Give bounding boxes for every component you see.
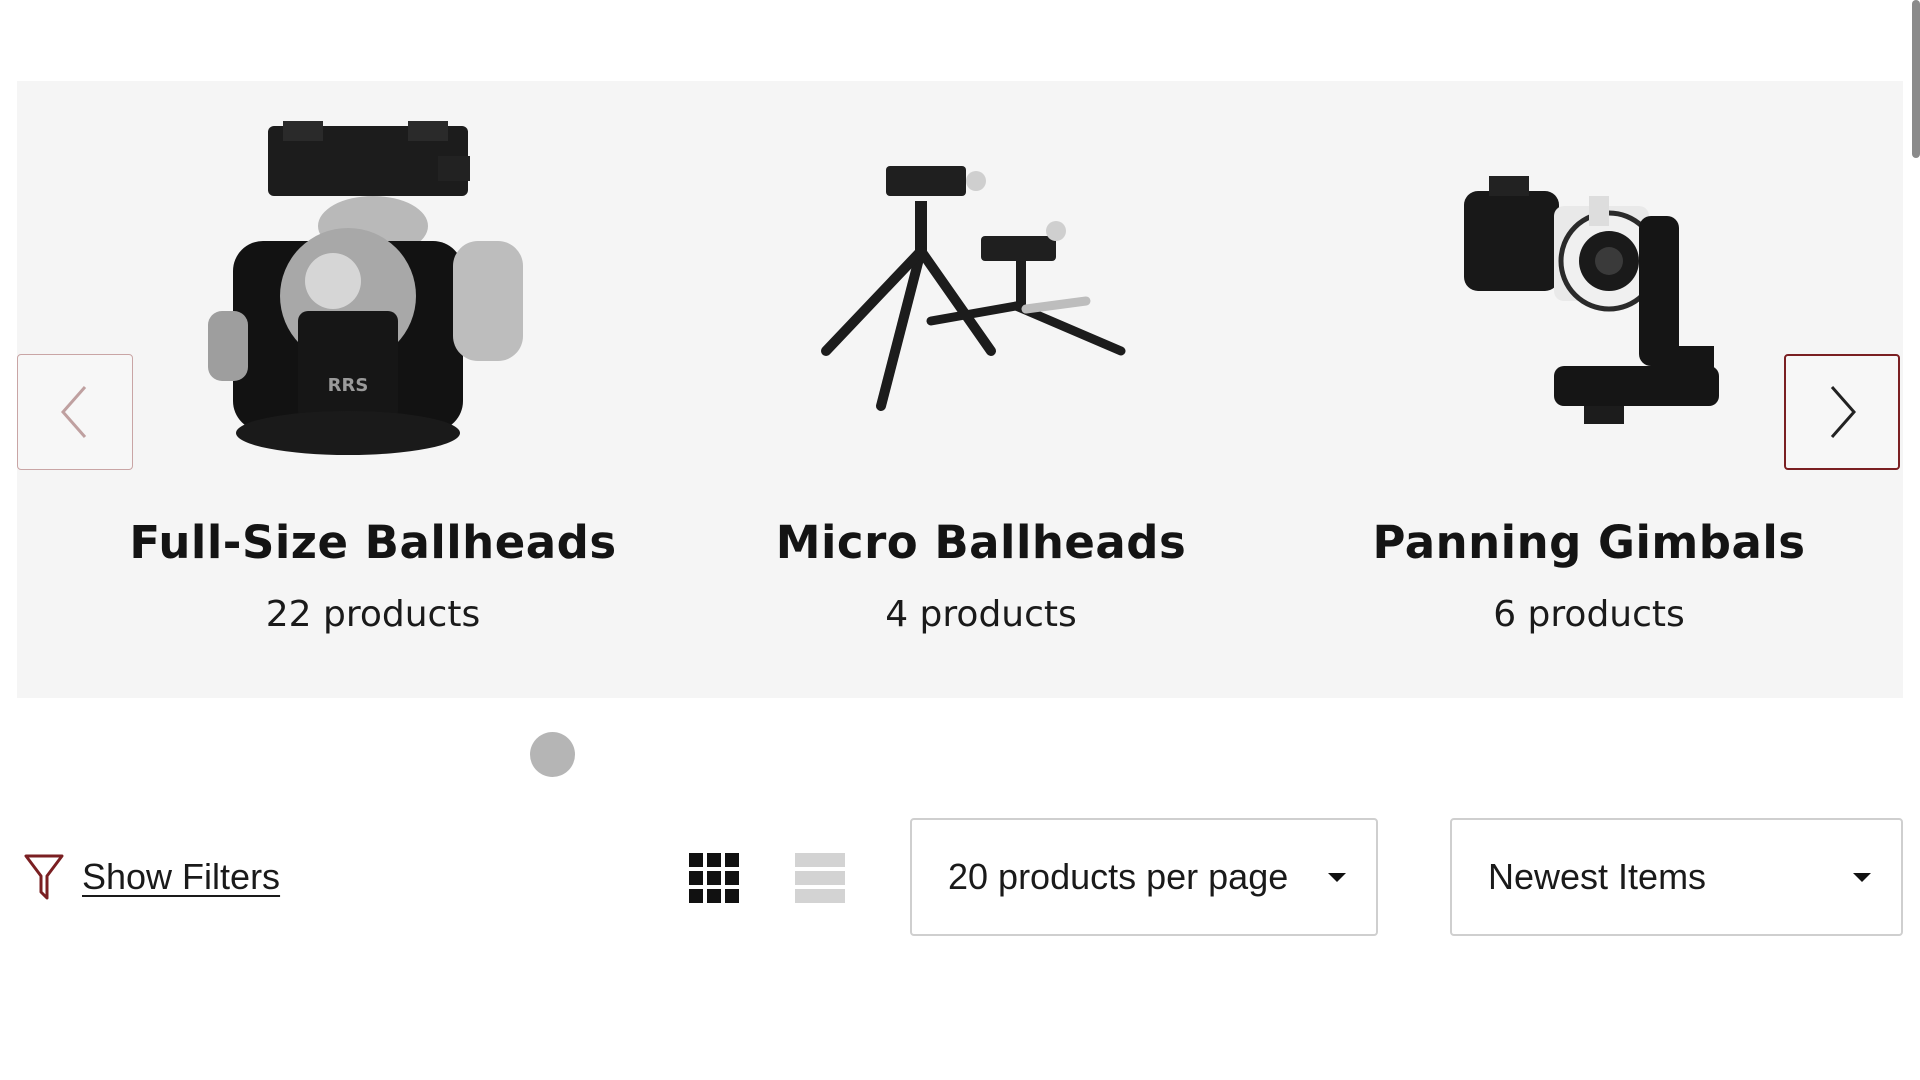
chevron-right-icon [1830,386,1856,438]
ballhead-image[interactable]: RRS [73,121,673,511]
category-title[interactable]: Full-Size Ballheads [73,516,673,569]
carousel-dot-active[interactable] [530,732,575,777]
category-count: 22 products [265,594,481,635]
products-per-page-select[interactable]: 20 products per page [910,818,1378,936]
sort-value: Newest Items [1488,856,1707,897]
category-carousel: RRS Full-Size Ballheads 22 products Micr… [17,81,1903,698]
category-card-micro-ballheads[interactable]: Micro Ballheads 4 products [681,81,1281,698]
grid-view-button[interactable] [689,853,739,907]
carousel-prev-button[interactable] [17,354,133,470]
caret-down-icon [1853,872,1871,882]
svg-text:RRS: RRS [328,375,369,396]
caret-down-icon [1328,872,1346,882]
category-count: 6 products [1493,594,1685,635]
sort-order-select[interactable]: Newest Items [1450,818,1903,936]
show-filters-label[interactable]: Show Filters [82,856,280,898]
chevron-left-icon [61,386,87,438]
category-title[interactable]: Panning Gimbals [1289,516,1889,569]
category-title[interactable]: Micro Ballheads [681,516,1281,569]
page-scrollbar[interactable] [1910,0,1920,1080]
carousel-next-button[interactable] [1784,354,1900,470]
category-count: 4 products [885,594,1077,635]
funnel-icon [24,854,64,900]
micro-tripod-image[interactable] [681,121,1281,511]
list-view-button[interactable] [795,853,845,907]
per-page-value: 20 products per page [948,856,1289,897]
list-view-icon [795,853,845,903]
scrollbar-thumb[interactable] [1912,0,1920,158]
category-card-full-size-ballheads[interactable]: RRS Full-Size Ballheads 22 products [73,81,673,698]
grid-view-icon [689,853,739,903]
show-filters-toggle[interactable]: Show Filters [24,850,280,904]
